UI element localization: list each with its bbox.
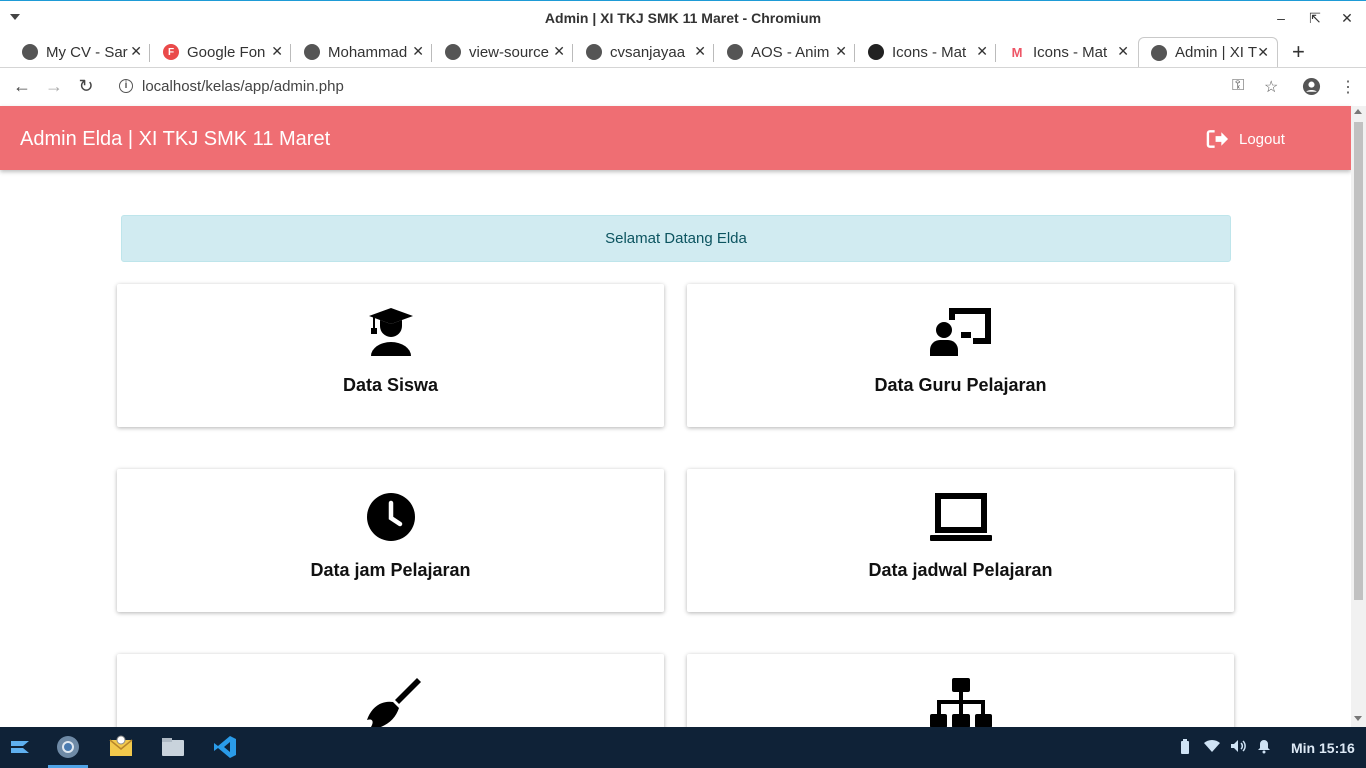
tab[interactable]: cvsanjayaa ✕ xyxy=(574,37,714,67)
tab-strip: My CV - Sar ✕ F Google Fon ✕ Mohammad ✕ … xyxy=(0,35,1366,67)
new-tab-button[interactable]: + xyxy=(1292,39,1305,65)
card-title: Data jadwal Pelajaran xyxy=(868,560,1053,580)
laptop-icon xyxy=(687,491,1234,545)
window-titlebar: Admin | XI TKJ SMK 11 Maret - Chromium –… xyxy=(0,0,1366,35)
battery-icon[interactable] xyxy=(1180,739,1190,758)
tab-active[interactable]: Admin | XI T ✕ xyxy=(1138,37,1278,67)
tab-separator xyxy=(713,44,714,62)
tab-label: Icons - Mat xyxy=(1033,43,1108,61)
wifi-icon[interactable] xyxy=(1203,739,1221,756)
student-graduate-icon xyxy=(117,306,664,360)
clock-icon xyxy=(117,491,664,545)
teacher-presentation-icon xyxy=(687,306,1234,360)
url-field[interactable]: localhost/kelas/app/admin.php xyxy=(142,78,344,95)
tab[interactable]: M Icons - Mat ✕ xyxy=(997,37,1137,67)
globe-icon xyxy=(445,44,461,60)
site-info-icon[interactable]: i xyxy=(119,79,133,93)
google-fonts-icon: F xyxy=(163,44,179,60)
close-tab-icon[interactable]: ✕ xyxy=(1117,43,1129,60)
tab-label: view-source xyxy=(469,43,550,61)
scroll-down-icon[interactable] xyxy=(1354,716,1362,721)
card-data-siswa[interactable]: Data Siswa xyxy=(117,284,664,427)
close-tab-icon[interactable]: ✕ xyxy=(835,43,847,60)
main-content: Selamat Datang Elda Data Siswa Data Guru… xyxy=(0,170,1351,727)
reload-icon[interactable]: ↻ xyxy=(76,76,96,96)
vscode-icon[interactable] xyxy=(212,734,238,760)
tab-label: Mohammad xyxy=(328,43,408,61)
taskbar-clock[interactable]: Min 15:16 xyxy=(1291,740,1355,756)
page-scrollbar[interactable] xyxy=(1351,106,1366,727)
tab-separator xyxy=(431,44,432,62)
card-data-jam[interactable]: Data jam Pelajaran xyxy=(117,469,664,612)
close-tab-icon[interactable]: ✕ xyxy=(1257,44,1269,61)
close-tab-icon[interactable]: ✕ xyxy=(412,43,424,60)
tab-separator xyxy=(854,44,855,62)
card-title: Data Siswa xyxy=(342,375,439,395)
back-icon[interactable]: ← xyxy=(12,76,32,96)
card-sitemap[interactable] xyxy=(687,654,1234,727)
globe-icon xyxy=(1151,44,1167,61)
tab[interactable]: view-source ✕ xyxy=(433,37,573,67)
close-tab-icon[interactable]: ✕ xyxy=(976,43,988,60)
broom-icon xyxy=(117,676,664,727)
mail-icon[interactable] xyxy=(108,734,134,760)
close-tab-icon[interactable]: ✕ xyxy=(553,43,565,60)
brand-title[interactable]: Admin Elda | XI TKJ SMK 11 Maret xyxy=(20,128,330,151)
restore-icon[interactable]: ⇱ xyxy=(1306,9,1324,27)
globe-icon xyxy=(22,44,38,60)
close-tab-icon[interactable]: ✕ xyxy=(130,43,142,60)
card-title: Data jam Pelajaran xyxy=(310,560,471,580)
tab-label: My CV - Sar xyxy=(46,43,128,61)
app-header: Admin Elda | XI TKJ SMK 11 Maret Logout xyxy=(0,106,1351,170)
tab-separator xyxy=(290,44,291,62)
scroll-thumb[interactable] xyxy=(1354,122,1363,600)
welcome-alert: Selamat Datang Elda xyxy=(121,215,1231,262)
card-data-guru[interactable]: Data Guru Pelajaran xyxy=(687,284,1234,427)
tab[interactable]: F Google Fon ✕ xyxy=(151,37,291,67)
globe-icon xyxy=(586,44,602,60)
tab-separator xyxy=(149,44,150,62)
volume-icon[interactable] xyxy=(1230,739,1246,756)
forward-icon[interactable]: → xyxy=(44,76,64,96)
key-icon[interactable]: ⚿ xyxy=(1232,77,1244,95)
scroll-up-icon[interactable] xyxy=(1354,109,1362,114)
os-taskbar: Min 15:16 xyxy=(0,727,1366,768)
tab-label: AOS - Anim xyxy=(751,43,830,61)
sitemap-icon xyxy=(687,676,1234,727)
card-broom[interactable] xyxy=(117,654,664,727)
browser-menu-icon[interactable]: ⋮ xyxy=(1340,77,1356,97)
card-title: Data Guru Pelajaran xyxy=(874,375,1047,395)
logout-button[interactable]: Logout xyxy=(1206,129,1285,149)
tab-label: cvsanjayaa xyxy=(610,43,686,61)
chromium-icon[interactable] xyxy=(55,734,81,760)
profile-icon[interactable] xyxy=(1302,77,1321,101)
bookmark-star-icon[interactable]: ☆ xyxy=(1264,77,1278,97)
sign-out-icon xyxy=(1206,130,1229,148)
close-window-icon[interactable]: ✕ xyxy=(1338,9,1356,27)
browser-toolbar: ← → ↻ i localhost/kelas/app/admin.php ⚿ … xyxy=(0,67,1366,105)
minimize-icon[interactable]: – xyxy=(1272,9,1290,27)
start-menu-icon[interactable] xyxy=(7,734,33,760)
close-tab-icon[interactable]: ✕ xyxy=(271,43,283,60)
globe-icon xyxy=(727,44,743,60)
materialize-icon xyxy=(868,44,884,60)
tab[interactable]: Icons - Mat ✕ xyxy=(856,37,996,67)
card-data-jadwal[interactable]: Data jadwal Pelajaran xyxy=(687,469,1234,612)
tab-separator xyxy=(995,44,996,62)
tab[interactable]: My CV - Sar ✕ xyxy=(10,37,150,67)
tab[interactable]: Mohammad ✕ xyxy=(292,37,432,67)
window-title: Admin | XI TKJ SMK 11 Maret - Chromium xyxy=(544,10,822,26)
tab-label: Admin | XI T xyxy=(1175,44,1257,61)
globe-icon xyxy=(304,44,320,60)
tab-label: Icons - Mat xyxy=(892,43,967,61)
tab-label: Google Fon xyxy=(187,43,266,61)
notification-bell-icon[interactable] xyxy=(1257,739,1271,757)
tab[interactable]: AOS - Anim ✕ xyxy=(715,37,855,67)
tab-separator xyxy=(572,44,573,62)
materialize-red-icon: M xyxy=(1011,44,1023,60)
close-tab-icon[interactable]: ✕ xyxy=(694,43,706,60)
logout-label: Logout xyxy=(1239,130,1285,148)
file-manager-icon[interactable] xyxy=(160,734,186,760)
